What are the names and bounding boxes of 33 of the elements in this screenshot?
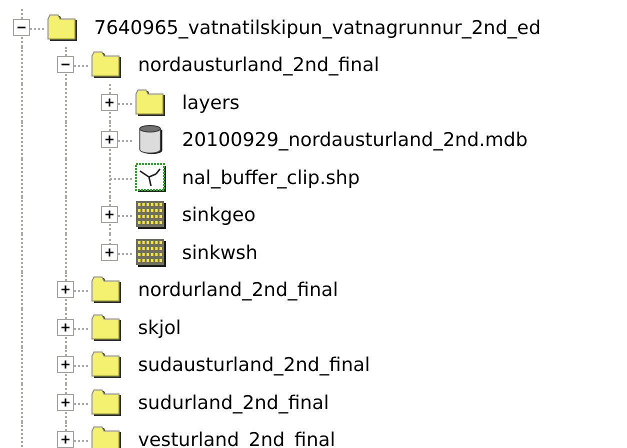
folder-icon [91,275,123,306]
grid-icon [135,238,167,268]
folder-icon [91,388,123,418]
folder-icon [47,12,79,43]
expand-icon[interactable] [101,131,118,148]
tree-item[interactable]: skjol [138,316,182,339]
polygon-layer-icon [135,162,167,193]
expand-icon[interactable] [57,281,74,298]
folder-icon [91,50,123,80]
collapse-icon[interactable] [13,18,30,36]
expand-icon[interactable] [101,244,118,261]
tree-item[interactable]: sudurland_2nd_final [138,392,330,414]
tree-item[interactable]: nordausturland_2nd_final [138,54,380,76]
expand-icon[interactable] [101,94,118,111]
tree-item[interactable]: 7640965_vatnatilskipun_vatnagrunnur_2nd_ed [94,16,541,39]
expand-icon[interactable] [57,394,74,411]
tree-item[interactable]: 20100929_nordausturland_2nd.mdb [182,129,528,152]
tree-item[interactable]: layers [182,92,240,114]
collapse-icon[interactable] [57,56,74,74]
tree-item[interactable]: nordurland_2nd_final [138,279,338,302]
folder-icon [91,425,123,448]
tree-item[interactable]: sudausturland_2nd_final [138,354,370,376]
tree-item[interactable]: nal_buffer_clip.shp [182,166,360,189]
expand-icon[interactable] [57,318,74,336]
folder-icon [135,88,167,118]
tree-item[interactable]: sinkgeo [182,204,256,226]
folder-icon [91,312,123,343]
grid-icon [135,200,167,230]
expand-icon[interactable] [101,206,118,224]
expand-icon[interactable] [57,356,74,374]
tree-item[interactable]: sinkwsh [182,242,258,264]
folder-icon [91,350,123,380]
expand-icon[interactable] [57,431,74,448]
